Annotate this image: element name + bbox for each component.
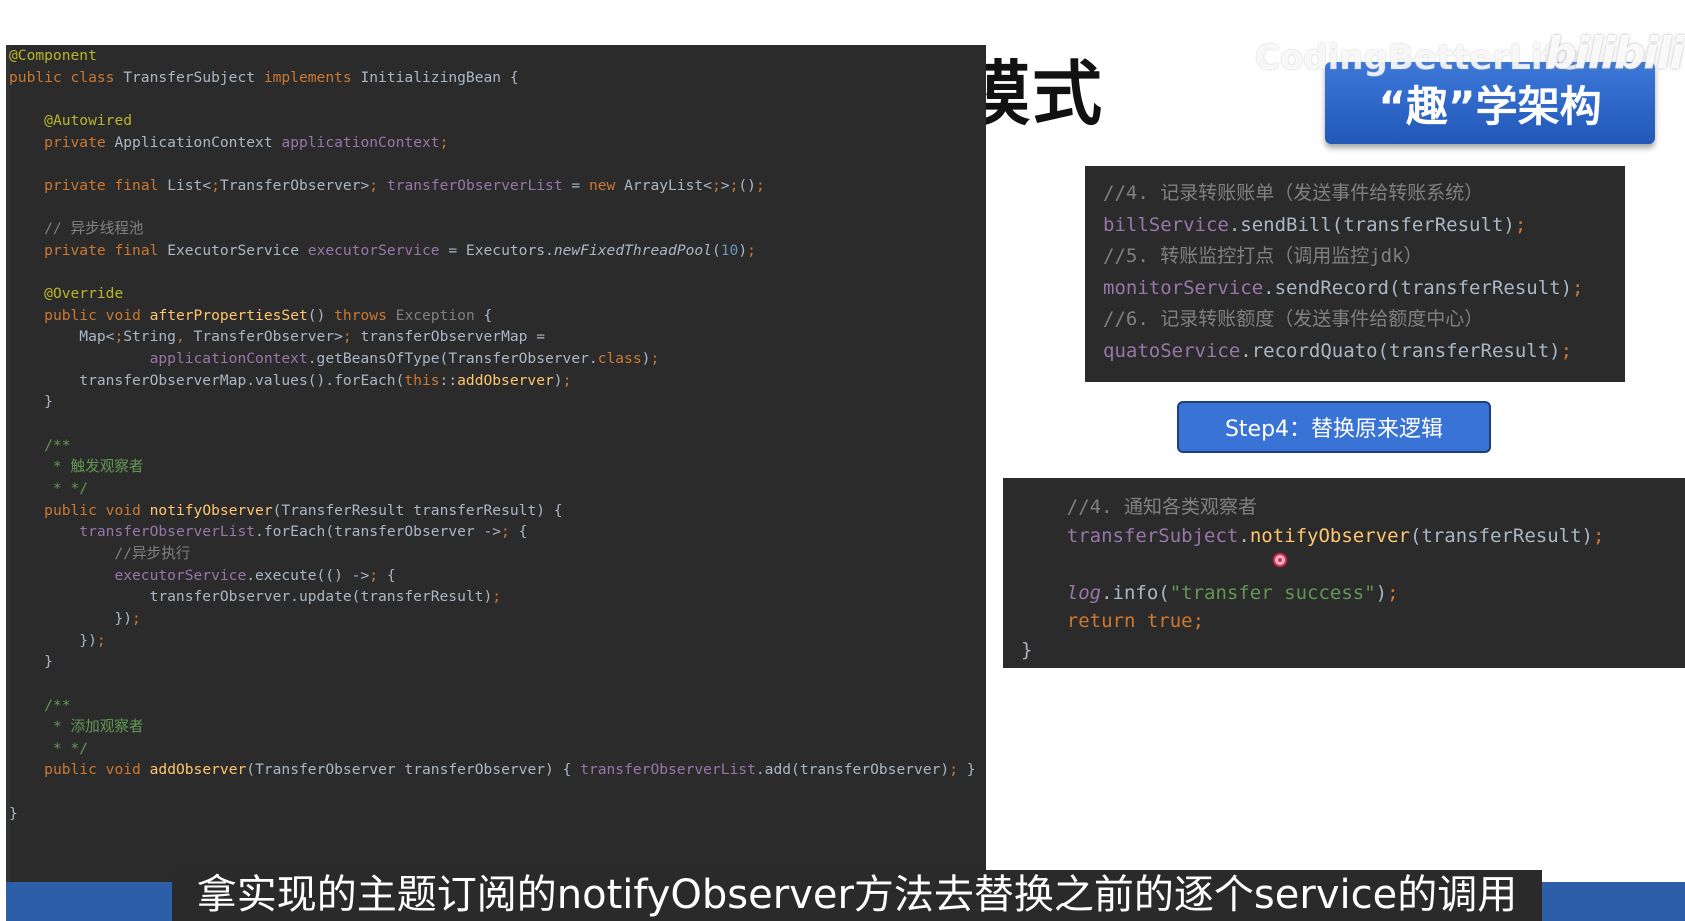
editor-code-line: * 触发观察者 [9,458,144,476]
editor-code-line: Map<;String, TransferObserver>; transfer… [9,328,545,346]
panel-code-line: //5. 转账监控打点（调用监控jdk） [1103,245,1423,267]
panel-code-line: transferSubject.notifyObserver(transferR… [1066,524,1605,547]
panel-code-line: billService.sendBill(transferResult); [1103,213,1527,236]
editor-code-line: /** [9,436,71,454]
editor-code-line: @Override [44,285,124,303]
editor-code-line: /** [9,696,71,714]
uploader-watermark: CodingBetterLife [1255,38,1581,78]
panel-code-line: } [1021,638,1033,661]
editor-code-line: public void addObserver(TransferObserver… [44,761,976,779]
editor-code-line: } [9,804,18,822]
panel-code-line: monitorService.sendRecord(transferResult… [1103,276,1584,299]
editor-code-line: executorService.execute(() ->; { [114,566,396,584]
editor-code-line: * */ [9,739,89,757]
panel-code-line: //6. 记录转账额度（发送事件给额度中心） [1103,308,1484,330]
site-logo: bilibili [1545,28,1684,79]
editor-code-line: } [9,393,53,411]
editor-code-line: //异步执行 [9,544,191,562]
mouse-cursor-icon [1273,553,1287,567]
panel-code-line: log.info("transfer success"); [1066,581,1399,604]
panel-code-line: //4. 记录转账账单（发送事件给转账系统） [1103,182,1484,204]
editor-code-line: * */ [9,480,89,497]
editor-code-line: // 异步线程池 [9,220,144,238]
panel-code-line: //4. 通知各类观察者 [1021,496,1257,518]
editor-code-line: public void notifyObserver(TransferResul… [44,501,563,519]
editor-code-line: @Component [9,47,97,64]
editor-code-line: } [9,653,53,671]
editor-code-line: transferObserverMap.values().forEach(thi… [9,371,572,389]
code-editor[interactable]: @Component public class TransferSubject i… [6,45,986,883]
step4-button[interactable]: Step4：替换原来逻辑 [1177,401,1491,453]
editor-code-line: private ApplicationContext applicationCo… [44,133,449,151]
editor-code-line: public void afterPropertiesSet() throws … [44,306,493,324]
editor-code-line: }); [9,631,106,649]
panel-code-line: return true; [1066,610,1205,632]
editor-code-line: }); [9,609,141,627]
code-before-panel: //4. 记录转账账单（发送事件给转账系统） billService.sendBi… [1085,166,1625,382]
editor-code-line: transferObserverList.forEach(transferObs… [79,523,528,541]
editor-code-line: private final List<;TransferObserver>; t… [44,176,765,194]
editor-code-line: public class TransferSubject implements … [9,68,519,86]
panel-code-line: quatoService.recordQuato(transferResult)… [1103,339,1573,362]
editor-code-line: transferObserver.update(transferResult); [9,588,502,606]
video-subtitle: 拿实现的主题订阅的notifyObserver方法去替换之前的逐个service… [172,870,1542,921]
editor-code-line: private final ExecutorService executorSe… [44,241,756,259]
code-after-panel: //4. 通知各类观察者 transferSubject.notifyObser… [1003,478,1685,668]
editor-code-line: applicationContext.getBeansOfType(Transf… [149,350,660,368]
editor-code-line: @Autowired [44,111,133,129]
editor-code-line: * 添加观察者 [9,718,144,736]
